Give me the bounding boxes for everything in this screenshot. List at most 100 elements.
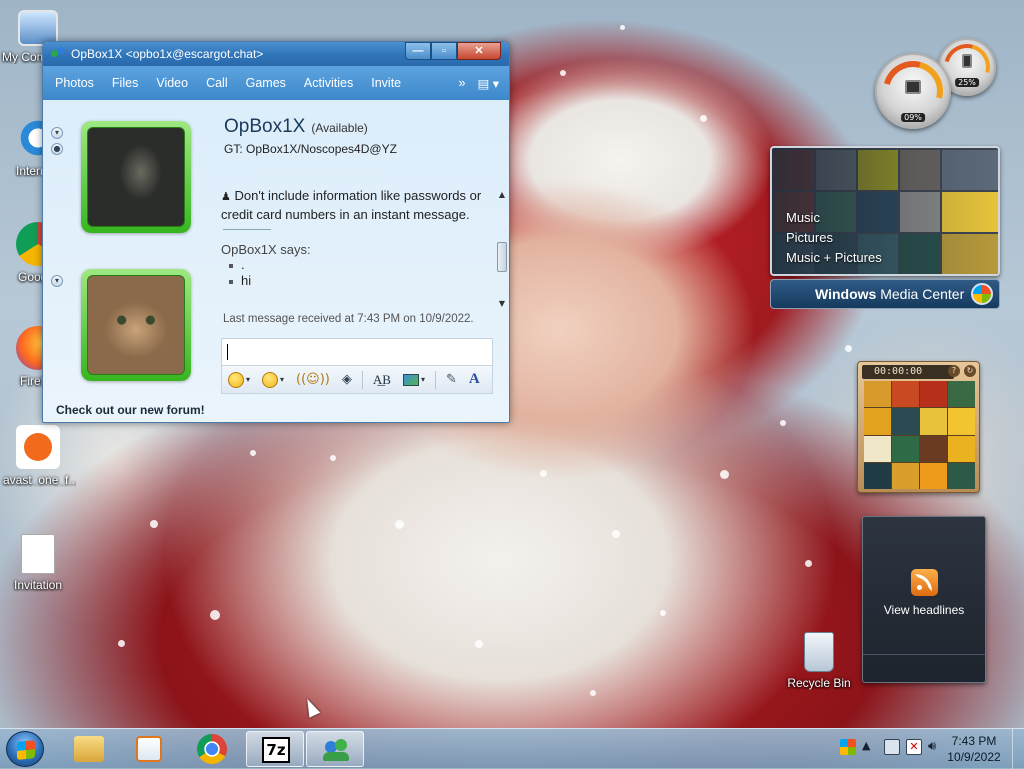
tray-flag-icon[interactable] (840, 739, 856, 755)
nudge-button[interactable]: ((☺)) (296, 372, 330, 387)
desktop-icon-label: avast_one_f... (3, 473, 76, 487)
clock-time: 7:43 PM (951, 734, 997, 748)
contact-name-header: OpBox1X (Available) (224, 116, 368, 138)
taskbar-7zip[interactable]: 7z (246, 731, 304, 767)
puzzle-hint-button[interactable]: ? (948, 365, 960, 377)
clock-date: 10/9/2022 (947, 750, 1001, 764)
cpu-icon (905, 80, 921, 95)
contact-avatar (87, 127, 185, 227)
menu-games[interactable]: Games (238, 76, 294, 90)
divider (434, 370, 436, 389)
contact-status-icon: ● (51, 143, 63, 155)
voice-clip-icon: ◈ (341, 372, 352, 387)
contact-personal-message: GT: OpBox1X/Noscopes4D@YZ (224, 142, 397, 156)
menu-invite[interactable]: Invite (363, 76, 409, 90)
contact-name: OpBox1X (224, 116, 306, 137)
puzzle-grid[interactable] (864, 381, 975, 489)
feed-footer-bar (863, 654, 985, 682)
desktop-icon-recycle-bin[interactable]: Recycle Bin (781, 632, 857, 690)
mouse-pointer (301, 696, 321, 718)
conversation-history[interactable]: ♟ Don't include information like passwor… (221, 187, 504, 332)
taskbar-messenger[interactable] (306, 731, 364, 767)
windows-logo-icon (971, 283, 993, 305)
feed-headlines-gadget[interactable]: View headlines (862, 516, 986, 683)
7zip-icon: 7z (262, 737, 290, 763)
media-center-gadget[interactable]: Music Pictures Music + Pictures (770, 146, 1000, 276)
system-clock[interactable]: 7:43 PM 10/9/2022 (934, 733, 1014, 765)
minimize-button[interactable]: — (405, 42, 431, 60)
warning-icon: ♟ (221, 191, 231, 203)
desktop-icon-invitation[interactable]: Invitation (0, 534, 76, 592)
media-item-music-pictures[interactable]: Music + Pictures (786, 248, 882, 268)
contact-avatar-frame[interactable] (81, 121, 191, 233)
media-center-brand-a: Windows (815, 286, 877, 302)
conversation-scrollbar[interactable]: ▲ ▼ (497, 190, 507, 308)
collapse-contact-button[interactable]: ▾ (51, 127, 63, 139)
messenger-icon (51, 47, 65, 61)
footer-link[interactable]: Check out our new forum! (56, 403, 205, 417)
voice-clip-button[interactable]: ◈ (342, 372, 352, 387)
handwriting-button[interactable]: A͟B (373, 372, 391, 388)
taskbar-media-player[interactable] (120, 731, 178, 767)
font-button[interactable]: A (469, 371, 480, 388)
wink-button[interactable]: ▾ (262, 371, 284, 388)
background-button[interactable]: ▾ (402, 373, 425, 386)
divider (361, 370, 363, 389)
folder-icon (74, 736, 104, 762)
message-line: hi (229, 273, 504, 289)
collapse-self-button[interactable]: ▾ (51, 275, 63, 287)
message-input[interactable] (221, 338, 493, 366)
puzzle-shuffle-button[interactable]: ↻ (964, 365, 976, 377)
media-item-music[interactable]: Music (786, 208, 882, 228)
document-icon (21, 534, 55, 574)
action-center-icon[interactable]: ✕ (906, 739, 922, 755)
contact-status: (Available) (311, 121, 368, 135)
start-button[interactable] (6, 731, 44, 767)
network-icon[interactable] (884, 739, 900, 755)
sender-line: OpBox1X says: (221, 242, 311, 257)
more-menu-button[interactable]: » (450, 76, 473, 90)
last-message-status: Last message received at 7:43 PM on 10/9… (223, 313, 474, 325)
tray-expand-icon[interactable]: ▲ (862, 739, 878, 755)
warning-text: Don't include information like passwords… (221, 188, 482, 222)
message-line: . (229, 257, 504, 273)
spellcheck-icon: A͟B (372, 371, 391, 387)
smiley-icon (228, 371, 244, 388)
window-title: OpBox1X <opbo1x@escargot.chat> (71, 47, 264, 61)
font-icon: A (468, 371, 480, 387)
ink-button[interactable]: ✎ (446, 372, 457, 387)
wink-icon (262, 371, 279, 388)
emoticon-button[interactable]: ▾ (228, 371, 250, 388)
separator (223, 229, 271, 230)
media-item-pictures[interactable]: Pictures (786, 228, 882, 248)
media-player-icon (136, 736, 162, 762)
self-avatar-frame[interactable] (81, 269, 191, 381)
view-headlines-link[interactable]: View headlines (863, 603, 985, 617)
text-caret (227, 344, 228, 360)
background-icon (402, 373, 419, 386)
media-center-launch-button[interactable]: Windows Media Center (770, 279, 1000, 309)
scroll-thumb[interactable] (497, 242, 507, 272)
menu-files[interactable]: Files (104, 76, 146, 90)
format-toolbar: ▾ ▾ ((☺)) ◈ A͟B ▾ ✎ A (221, 366, 493, 394)
desktop-icon-avast[interactable]: avast_one_f... (0, 425, 76, 487)
nudge-icon: ((☺)) (296, 372, 330, 387)
memory-icon (962, 53, 972, 68)
taskbar: 7z ▲ ✕ 🔊︎ 7:43 PM 10/9/2022 (0, 728, 1024, 769)
taskbar-explorer[interactable] (60, 731, 118, 767)
options-menu-button[interactable]: ▤ ▾ (473, 76, 509, 91)
menu-photos[interactable]: Photos (47, 76, 102, 90)
menu-call[interactable]: Call (198, 76, 236, 90)
action-bar: Photos Files Video Call Games Activities… (43, 66, 509, 100)
show-desktop-button[interactable] (1012, 729, 1024, 769)
memory-percent: 25% (955, 78, 979, 87)
taskbar-chrome[interactable] (183, 731, 241, 767)
menu-video[interactable]: Video (148, 76, 196, 90)
close-button[interactable]: ✕ (457, 42, 501, 60)
picture-puzzle-gadget[interactable]: 00:00:00 ? ↻ (857, 361, 980, 493)
messenger-window[interactable]: OpBox1X <opbo1x@escargot.chat> — ▫ ✕ Pho… (42, 41, 510, 423)
title-bar[interactable]: OpBox1X <opbo1x@escargot.chat> — ▫ ✕ (43, 42, 509, 66)
media-center-brand-b: Media Center (880, 286, 965, 302)
menu-activities[interactable]: Activities (296, 76, 361, 90)
maximize-button[interactable]: ▫ (431, 42, 457, 60)
